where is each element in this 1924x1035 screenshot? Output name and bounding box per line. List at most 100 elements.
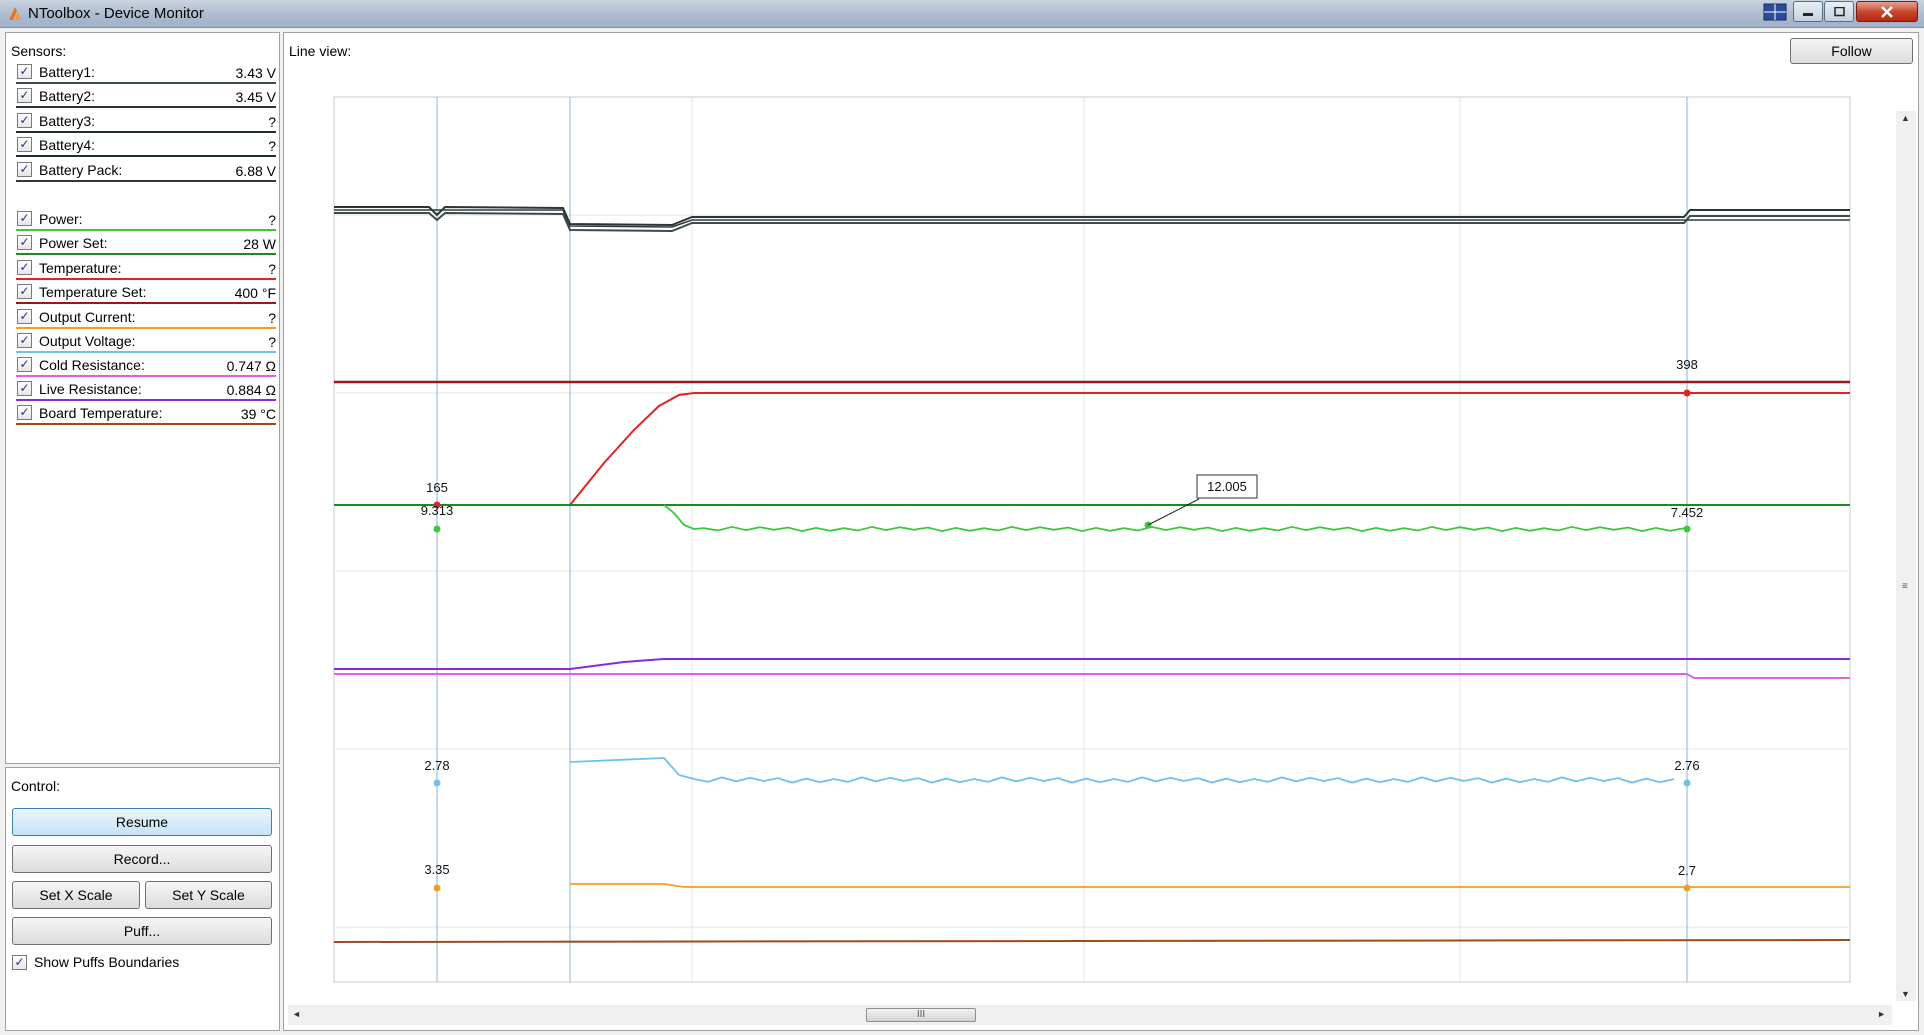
line-chart[interactable]: 398 165 9.313 7.452 2.78 2.76 3.35 2.7 12.005 xyxy=(284,33,1894,1005)
sensor-label: Battery Pack: xyxy=(39,162,123,178)
sensor-value: ? xyxy=(268,114,276,130)
power-marker-right xyxy=(1683,525,1691,533)
marker-label-voltage-right: 2.76 xyxy=(1674,758,1699,773)
sensor-checkbox[interactable]: ✓ xyxy=(17,137,32,152)
sensor-label: Power Set: xyxy=(39,235,108,251)
marker-label-voltage-left: 2.78 xyxy=(424,758,449,773)
sensor-checkbox[interactable]: ✓ xyxy=(17,162,32,177)
sensor-row: ✓ Power:? xyxy=(11,208,278,231)
puff-button[interactable]: Puff... xyxy=(12,917,272,945)
sensor-row: ✓ Battery4:? xyxy=(11,134,278,157)
marker-label-power-left: 9.313 xyxy=(421,503,454,518)
sensor-checkbox[interactable]: ✓ xyxy=(17,88,32,103)
sensor-checkbox[interactable]: ✓ xyxy=(17,260,32,275)
marker-label-power-right: 7.452 xyxy=(1671,505,1704,520)
sensor-checkbox[interactable]: ✓ xyxy=(17,381,32,396)
sensor-value: 0.884 Ω xyxy=(226,382,276,398)
voltage-marker-right xyxy=(1683,779,1691,787)
sensor-color-line xyxy=(16,423,276,425)
sensor-value: ? xyxy=(268,138,276,154)
current-marker-left xyxy=(433,884,441,892)
sensor-value: 3.43 V xyxy=(235,65,276,81)
scroll-right-icon[interactable]: ► xyxy=(1877,1009,1886,1019)
sensor-value: 0.747 Ω xyxy=(226,358,276,374)
marker-label-current-left: 3.35 xyxy=(424,862,449,877)
sensor-label: Temperature: xyxy=(39,260,122,276)
sensor-color-line xyxy=(16,351,276,353)
sensor-label: Live Resistance: xyxy=(39,381,142,397)
sensor-checkbox[interactable]: ✓ xyxy=(17,235,32,250)
scroll-left-icon[interactable]: ◄ xyxy=(292,1009,301,1019)
window-title: NToolbox - Device Monitor xyxy=(28,5,204,22)
sensor-checkbox[interactable]: ✓ xyxy=(17,405,32,420)
close-button[interactable] xyxy=(1856,1,1918,22)
checkbox-check-icon[interactable]: ✓ xyxy=(12,955,27,970)
vertical-scroll-grip[interactable]: ≡ xyxy=(1902,581,1908,592)
scroll-down-icon[interactable]: ▼ xyxy=(1901,989,1910,999)
sensor-value: 6.88 V xyxy=(235,163,276,179)
sensor-row: ✓ Battery1: 3.43 V xyxy=(11,61,278,84)
control-title: Control: xyxy=(11,778,61,794)
sensor-checkbox[interactable]: ✓ xyxy=(17,357,32,372)
show-puffs-label: Show Puffs Boundaries xyxy=(34,954,180,970)
set-y-scale-button[interactable]: Set Y Scale xyxy=(145,881,272,909)
sensor-row: ✓ Output Current:? xyxy=(11,306,278,329)
sensor-checkbox[interactable]: ✓ xyxy=(17,284,32,299)
sensors-title: Sensors: xyxy=(11,43,67,59)
maximize-button[interactable] xyxy=(1824,1,1854,22)
current-marker-right xyxy=(1683,884,1691,892)
sensor-color-line xyxy=(16,375,276,377)
close-icon xyxy=(1881,5,1893,18)
sensor-value: ? xyxy=(268,261,276,277)
scroll-up-icon[interactable]: ▲ xyxy=(1901,113,1910,123)
sensor-checkbox[interactable]: ✓ xyxy=(17,309,32,324)
sensor-row: ✓ Battery3:? xyxy=(11,110,278,133)
sensor-label: Cold Resistance: xyxy=(39,357,145,373)
sensor-checkbox[interactable]: ✓ xyxy=(17,333,32,348)
sensor-label: Temperature Set: xyxy=(39,284,147,300)
sensor-color-line xyxy=(16,82,276,84)
marker-label-temp-set: 398 xyxy=(1676,357,1698,372)
temperature-set-marker xyxy=(1683,389,1691,397)
sensor-color-line xyxy=(16,278,276,280)
sensor-row: ✓ Power Set: 28 W xyxy=(11,232,278,255)
maximize-icon xyxy=(1834,6,1845,16)
sensor-checkbox[interactable]: ✓ xyxy=(17,211,32,226)
sensor-row: ✓ Board Temperature: 39 °C xyxy=(11,402,278,425)
power-marker-left xyxy=(433,525,441,533)
horizontal-scrollbar[interactable]: ◄ III ► xyxy=(288,1005,1892,1025)
control-panel: Control: Resume Record... Set X Scale Se… xyxy=(5,767,280,1031)
tooltip-label: 12.005 xyxy=(1207,479,1247,494)
title-bar: NToolbox - Device Monitor xyxy=(0,0,1924,28)
plot-area xyxy=(333,96,1851,983)
sensor-row: ✓ Live Resistance: 0.884 Ω xyxy=(11,378,278,401)
sensor-row: ✓ Temperature Set: 400 °F xyxy=(11,281,278,304)
sensor-value: ? xyxy=(268,334,276,350)
line-view-panel: Line view: Follow 398 165 9.313 7.452 2.78 2.… xyxy=(283,32,1919,1031)
resume-button[interactable]: Resume xyxy=(12,808,272,836)
sensor-row: ✓ Cold Resistance: 0.747 Ω xyxy=(11,354,278,377)
set-x-scale-button[interactable]: Set X Scale xyxy=(12,881,140,909)
sensor-color-line xyxy=(16,399,276,401)
sensor-value: 39 °C xyxy=(240,406,276,422)
vertical-scrollbar[interactable]: ▲ ≡ ▼ xyxy=(1896,111,1916,1001)
sensor-label: Battery3: xyxy=(39,113,96,129)
minimize-icon xyxy=(1803,12,1813,16)
sensor-color-line xyxy=(16,155,276,157)
sensor-color-line xyxy=(16,131,276,133)
minimize-button[interactable] xyxy=(1793,1,1823,22)
sensor-color-line xyxy=(16,106,276,108)
sensor-color-line xyxy=(16,180,276,182)
sensor-value: ? xyxy=(268,310,276,326)
sensor-row: ✓ Temperature:? xyxy=(11,257,278,280)
horizontal-scroll-thumb[interactable]: III xyxy=(866,1008,976,1022)
record-button[interactable]: Record... xyxy=(12,845,272,873)
app-logo-icon xyxy=(9,7,21,20)
sensors-panel: Sensors: ✓ Battery1: 3.43 V ✓ Battery2: 3.45 … xyxy=(5,32,280,764)
sensor-checkbox[interactable]: ✓ xyxy=(17,64,32,79)
sensor-label: Battery1: xyxy=(39,64,96,80)
layout-grid-icon[interactable] xyxy=(1760,1,1790,22)
sensor-value: 3.45 V xyxy=(235,89,276,105)
sensor-checkbox[interactable]: ✓ xyxy=(17,113,32,128)
sensor-row: ✓ Battery Pack: 6.88 V xyxy=(11,159,278,182)
